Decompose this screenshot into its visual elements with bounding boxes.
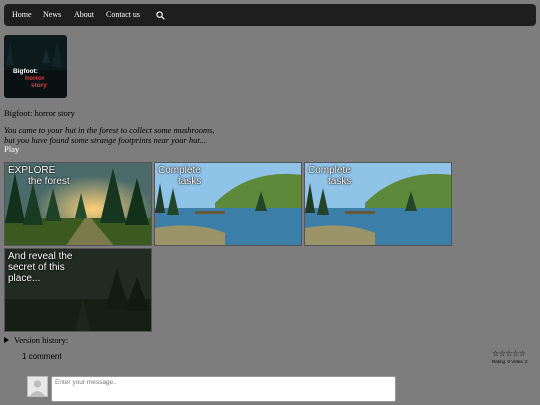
nav-home-link[interactable]: Home bbox=[12, 10, 32, 19]
avatar bbox=[27, 376, 48, 397]
nav-contact-link[interactable]: Contact us bbox=[106, 10, 140, 19]
message-input[interactable] bbox=[51, 376, 396, 402]
game-description: You came to your hut in the forest to co… bbox=[4, 125, 215, 145]
screenshot-caption: place... bbox=[8, 273, 41, 284]
play-link[interactable]: Play bbox=[4, 144, 19, 154]
rating-info: Rating: 0 Votes: 2 bbox=[492, 359, 528, 364]
nav-about-link[interactable]: About bbox=[74, 10, 94, 19]
screenshot-explore[interactable]: EXPLORE the forest bbox=[4, 162, 152, 246]
game-cover-image: Bigfoot: horror story bbox=[4, 35, 67, 98]
disclosure-triangle-icon bbox=[4, 337, 9, 343]
search-icon[interactable] bbox=[156, 11, 165, 20]
screenshot-caption: Complete bbox=[158, 165, 201, 176]
comments-count: 1 comment bbox=[22, 352, 62, 361]
user-icon bbox=[30, 380, 45, 396]
version-history-label: Version history: bbox=[14, 335, 69, 345]
nav-news-link[interactable]: News bbox=[43, 10, 61, 19]
screenshot-tasks-2[interactable]: Complete tasks bbox=[304, 162, 452, 246]
screenshot-caption: Complete bbox=[308, 165, 351, 176]
screenshot-caption: EXPLORE bbox=[8, 165, 56, 176]
screenshot-caption: tasks bbox=[178, 176, 202, 187]
cover-title-line2: horror bbox=[25, 75, 45, 82]
game-title: Bigfoot: horror story bbox=[4, 108, 75, 118]
screenshot-caption: the forest bbox=[28, 176, 70, 187]
top-navbar: Home News About Contact us bbox=[4, 4, 536, 26]
cover-title-line1: Bigfoot: bbox=[13, 68, 38, 75]
description-line: but you have found some strange footprin… bbox=[4, 135, 207, 145]
screenshot-tasks-1[interactable]: Complete tasks bbox=[154, 162, 302, 246]
version-history-toggle[interactable]: Version history: bbox=[4, 335, 68, 345]
screenshot-caption: tasks bbox=[328, 176, 352, 187]
description-line: You came to your hut in the forest to co… bbox=[4, 125, 215, 135]
screenshot-caption: And reveal the bbox=[8, 251, 73, 262]
cover-title-line3: story bbox=[31, 82, 47, 89]
screenshot-secret[interactable]: And reveal the secret of this place... bbox=[4, 248, 152, 332]
rating-stars[interactable]: ☆☆☆☆☆ bbox=[492, 349, 526, 358]
screenshot-caption: secret of this bbox=[8, 262, 65, 273]
